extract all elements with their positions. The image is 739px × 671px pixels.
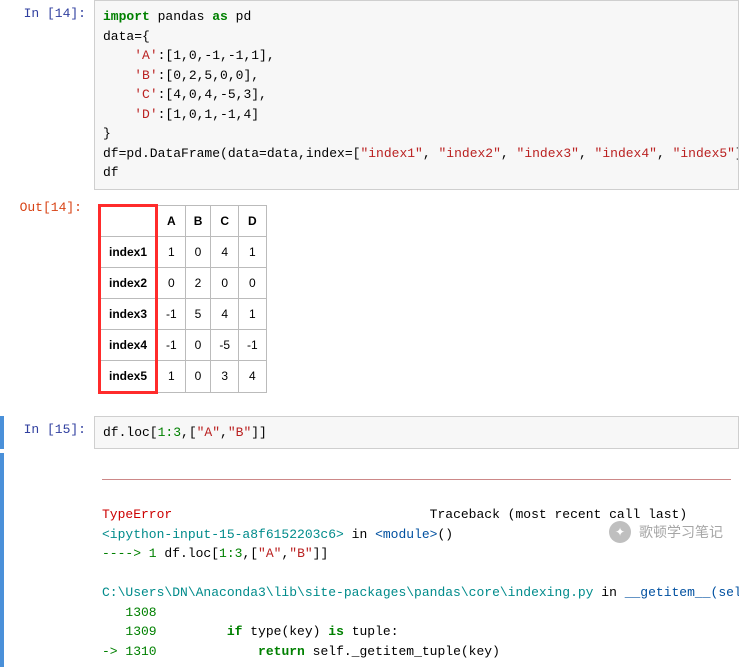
table-row: index11041 [100,236,267,267]
code-cell-14: In [14]: import pandas as pd data={ 'A':… [0,0,739,190]
watermark-text: 歌顿学习笔记 [639,522,723,542]
table-cell: 1 [157,360,186,392]
table-row: index20200 [100,267,267,298]
table-cell: 0 [185,329,211,360]
col-header: B [185,205,211,236]
table-cell: 4 [239,360,267,392]
table-cell: -1 [157,298,186,329]
watermark: ✦ 歌顿学习笔记 [609,521,723,543]
row-index: index2 [100,267,157,298]
table-cell: 4 [211,298,239,329]
table-corner [100,205,157,236]
table-cell: -5 [211,329,239,360]
table-cell: -1 [239,329,267,360]
code-input-14[interactable]: import pandas as pd data={ 'A':[1,0,-1,-… [94,0,739,190]
output-area-14: A B C D index11041index20200index3-1541i… [90,194,739,412]
table-cell: 0 [211,267,239,298]
table-cell: 0 [239,267,267,298]
output-prompt-14: Out[14]: [0,194,90,412]
code-input-15[interactable]: df.loc[1:3,["A","B"]] [94,416,739,450]
table-cell: 3 [211,360,239,392]
table-cell: 1 [239,298,267,329]
table-cell: 0 [185,360,211,392]
table-row: index4-10-5-1 [100,329,267,360]
row-index: index1 [100,236,157,267]
table-cell: -1 [157,329,186,360]
output-prompt-15 [4,453,94,667]
table-cell: 1 [239,236,267,267]
code-cell-15: In [15]: df.loc[1:3,["A","B"]] [0,416,739,450]
col-header: C [211,205,239,236]
table-cell: 0 [185,236,211,267]
row-index: index4 [100,329,157,360]
col-header: A [157,205,186,236]
wechat-icon: ✦ [609,521,631,543]
table-cell: 0 [157,267,186,298]
table-cell: 5 [185,298,211,329]
table-row: index51034 [100,360,267,392]
table-row: index3-1541 [100,298,267,329]
input-prompt-15: In [15]: [4,416,94,450]
row-index: index3 [100,298,157,329]
table-cell: 2 [185,267,211,298]
output-cell-14: Out[14]: A B C D index11041index20200ind… [0,194,739,412]
dataframe-table: A B C D index11041index20200index3-1541i… [98,204,267,394]
error-type: TypeError [102,507,172,522]
error-output: TypeError Traceback (most recent call la… [94,453,739,667]
output-cell-15: TypeError Traceback (most recent call la… [0,453,739,667]
table-cell: 1 [157,236,186,267]
table-cell: 4 [211,236,239,267]
row-index: index5 [100,360,157,392]
input-prompt-14: In [14]: [4,0,94,190]
col-header: D [239,205,267,236]
